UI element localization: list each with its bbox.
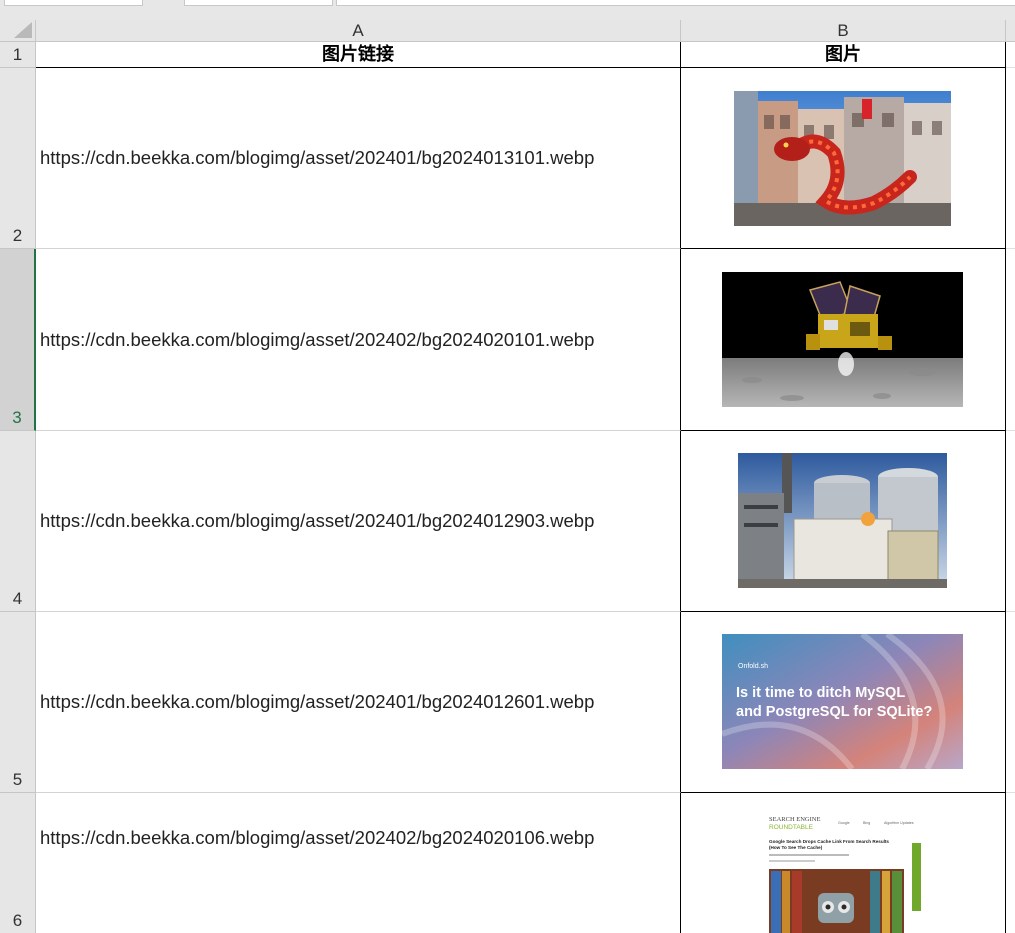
thumbnail-search-engine-roundtable[interactable]: SEARCH ENGINE ROUNDTABLE Google Bing Alg… (766, 813, 930, 933)
srt-nav-google: Google (838, 821, 850, 825)
row-header-2[interactable]: 2 (0, 68, 36, 249)
sheet-tab[interactable] (4, 0, 143, 6)
srt-nav-bing: Bing (863, 821, 870, 825)
empty-cell[interactable] (1006, 42, 1015, 68)
image-cell[interactable]: SEARCH ENGINE ROUNDTABLE Google Bing Alg… (681, 793, 1006, 933)
url-text: https://cdn.beekka.com/blogimg/asset/202… (40, 691, 595, 712)
url-text: https://cdn.beekka.com/blogimg/asset/202… (40, 827, 595, 848)
srt-title-line1: Google Search Drops Cache Link From Sear… (769, 839, 889, 844)
empty-cell[interactable] (1006, 793, 1015, 933)
moon-lander-image (722, 272, 963, 407)
thumbnail-sqlite-article[interactable]: Onfold.sh Is it time to ditch MySQL and … (722, 634, 963, 769)
dragon-street-image (734, 91, 951, 226)
thumb-line2: and PostgreSQL for SQLite? (736, 704, 932, 720)
thumbnail-industrial-silos[interactable] (738, 453, 947, 588)
image-cell[interactable] (681, 68, 1006, 249)
url-text: https://cdn.beekka.com/blogimg/asset/202… (40, 328, 595, 350)
url-cell[interactable]: https://cdn.beekka.com/blogimg/asset/202… (36, 612, 681, 793)
url-text: https://cdn.beekka.com/blogimg/asset/202… (40, 147, 595, 168)
sheet-tab[interactable] (336, 0, 1015, 6)
industrial-silos-image (738, 453, 947, 588)
header-cell-image[interactable]: 图片 (681, 42, 1006, 68)
row-header-1[interactable]: 1 (0, 42, 36, 68)
sqlite-article-image: Onfold.sh Is it time to ditch MySQL and … (722, 634, 963, 769)
srt-logo-line2: ROUNDTABLE (769, 824, 814, 831)
image-cell[interactable]: Onfold.sh Is it time to ditch MySQL and … (681, 612, 1006, 793)
srt-nav-algorithm: Algorithm Updates (884, 821, 914, 825)
thumb-small-text: Onfold.sh (738, 663, 768, 670)
url-cell[interactable]: https://cdn.beekka.com/blogimg/asset/202… (36, 68, 681, 249)
row-header-5[interactable]: 5 (0, 612, 36, 793)
empty-cell[interactable] (1006, 431, 1015, 612)
row-header-3[interactable]: 3 (0, 249, 36, 431)
thumb-line1: Is it time to ditch MySQL (736, 685, 905, 701)
image-cell[interactable] (681, 249, 1006, 431)
srt-logo-line1: SEARCH ENGINE (769, 816, 820, 823)
search-engine-roundtable-image: SEARCH ENGINE ROUNDTABLE Google Bing Alg… (766, 813, 930, 933)
url-cell[interactable]: https://cdn.beekka.com/blogimg/asset/202… (36, 793, 681, 933)
sheet-tab-strip (0, 0, 1015, 20)
row-header-4[interactable]: 4 (0, 431, 36, 612)
srt-title-line2: (How To See The Cache) (769, 845, 823, 850)
image-cell[interactable] (681, 431, 1006, 612)
empty-cell[interactable] (1006, 249, 1015, 431)
url-cell[interactable]: https://cdn.beekka.com/blogimg/asset/202… (36, 249, 681, 431)
url-text: https://cdn.beekka.com/blogimg/asset/202… (40, 510, 595, 531)
empty-cell[interactable] (1006, 612, 1015, 793)
header-cell-url[interactable]: 图片链接 (36, 42, 681, 68)
thumbnail-moon-lander[interactable] (722, 272, 963, 407)
column-header-c[interactable] (1006, 20, 1015, 42)
url-cell[interactable]: https://cdn.beekka.com/blogimg/asset/202… (36, 431, 681, 612)
select-all-triangle-icon (14, 22, 32, 38)
sheet-tab[interactable] (184, 0, 333, 6)
column-header-b[interactable]: B (681, 20, 1006, 42)
row-header-6[interactable]: 6 (0, 793, 36, 933)
column-header-a[interactable]: A (36, 20, 681, 42)
empty-cell[interactable] (1006, 68, 1015, 249)
select-all-button[interactable] (0, 20, 36, 42)
thumbnail-dragon-street[interactable] (734, 91, 951, 226)
